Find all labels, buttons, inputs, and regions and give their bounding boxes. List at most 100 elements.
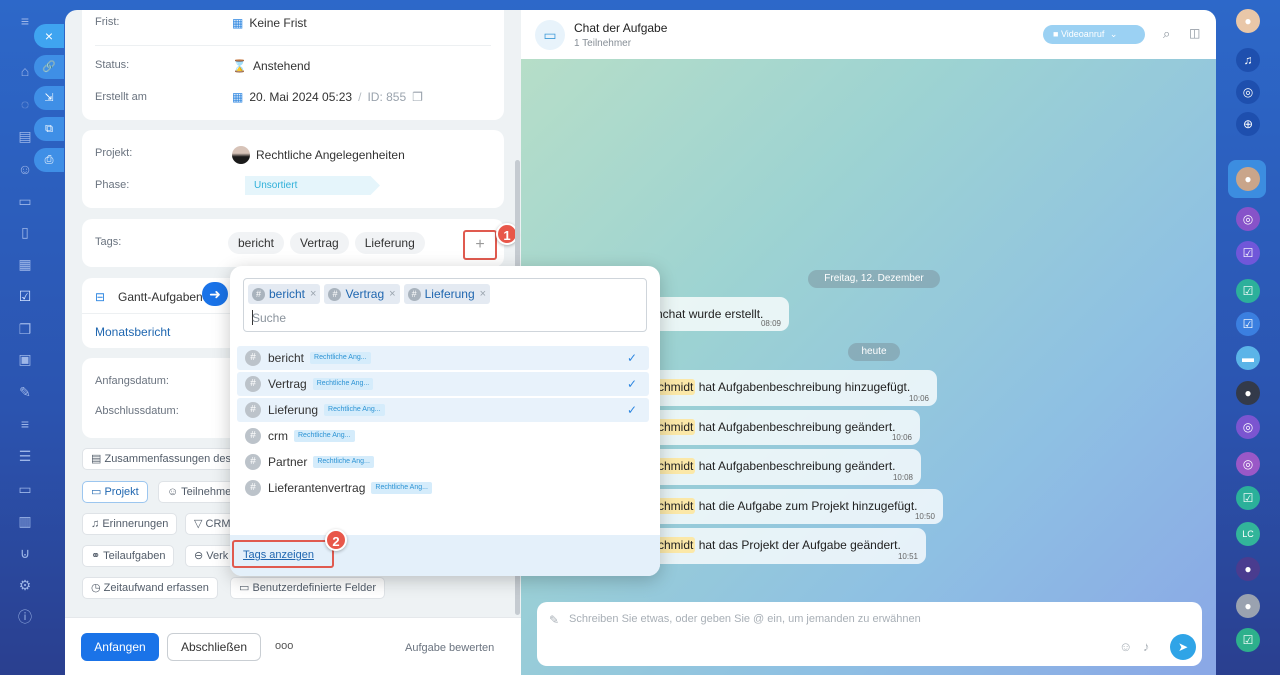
send-button[interactable]: ➤ — [1170, 634, 1196, 660]
microphone-icon[interactable]: ♪ — [1143, 639, 1150, 654]
server-icon[interactable]: ☰ — [16, 447, 34, 465]
chat-avatar-13[interactable]: ☑ — [1236, 628, 1260, 652]
time-tracking-button[interactable]: ◷ Zeitaufwand erfassen — [82, 577, 218, 599]
search-icon[interactable]: ⌕ — [1163, 26, 1170, 42]
checklist-icon[interactable]: ☑ — [16, 287, 34, 305]
chat-avatar-8[interactable]: ◎ — [1236, 415, 1260, 439]
sign-icon[interactable]: ✎ — [16, 383, 34, 401]
copy-id-icon[interactable]: ❐ — [412, 90, 423, 104]
chat-avatar-4[interactable]: ☑ — [1236, 279, 1260, 303]
remove-tag-icon[interactable]: × — [480, 288, 486, 300]
chat-avatar-3[interactable]: ☑ — [1236, 241, 1260, 265]
start-task-button[interactable]: Anfangen — [81, 633, 159, 661]
close-slider-icon[interactable]: × — [34, 24, 64, 48]
project-button[interactable]: ▭ Projekt — [82, 481, 148, 503]
created-value: ▦ 20. Mai 2024 05:23/ID: 855 ❐ — [232, 90, 423, 104]
user-mention[interactable]: chmidt — [656, 458, 696, 474]
tag-option[interactable]: # Vertrag Rechtliche Ang... ✓ — [237, 372, 649, 396]
tag-selector-field[interactable]: # bericht × # Vertrag × # Lieferung × Suche — [243, 278, 647, 332]
menu-icon[interactable]: ≡ — [16, 12, 34, 30]
remove-tag-icon[interactable]: × — [310, 288, 316, 300]
video-call-button[interactable]: ■ Videoanruf ⌄ — [1043, 25, 1145, 44]
analytics-icon[interactable]: ▥ — [16, 512, 34, 530]
chat-avatar-9[interactable]: ◎ — [1236, 452, 1260, 476]
project-value[interactable]: Rechtliche Angelegenheiten — [232, 146, 405, 164]
show-tags-link[interactable]: Tags anzeigen — [243, 549, 314, 561]
board-icon[interactable]: ▦ — [16, 255, 34, 273]
chat-subtitle[interactable]: 1 Teilnehmer — [574, 38, 631, 49]
minimize-icon[interactable]: ⇲ — [34, 86, 64, 110]
subtasks-button[interactable]: ⚭ Teilaufgaben — [82, 545, 175, 567]
chat-avatar-7[interactable]: ● — [1236, 381, 1260, 405]
settings-icon[interactable]: ⚙ — [16, 576, 34, 594]
open-new-window-icon[interactable]: ⧉ — [34, 117, 64, 141]
chat-title: Chat der Aufgabe — [574, 21, 668, 35]
deadline-value[interactable]: ▦ Keine Frist — [232, 16, 307, 30]
rate-task-link[interactable]: Aufgabe bewerten — [405, 642, 494, 654]
user-mention[interactable]: chmidt — [656, 498, 696, 514]
tag-chip[interactable]: Vertrag — [290, 232, 349, 254]
tag-option[interactable]: # bericht Rechtliche Ang... ✓ — [237, 346, 649, 370]
chat-avatar-12[interactable]: ● — [1236, 594, 1260, 618]
add-tag-button[interactable]: + — [463, 230, 497, 260]
user-avatar[interactable]: ● — [1236, 9, 1260, 33]
hash-icon: # — [407, 287, 421, 301]
tag-option[interactable]: # crm Rechtliche Ang... — [237, 424, 649, 448]
chat-icon: ▭ — [535, 20, 565, 50]
chat-avatar-11[interactable]: ● — [1236, 557, 1260, 581]
gantt-link[interactable]: Monatsbericht — [95, 325, 170, 339]
tag-option[interactable]: # Lieferung Rechtliche Ang... ✓ — [237, 398, 649, 422]
emoji-icon[interactable]: ☺ — [1119, 639, 1132, 654]
picture-icon[interactable]: ▭ — [16, 480, 34, 498]
project-avatar — [232, 146, 250, 164]
phase-badge[interactable]: Unsortiert — [245, 176, 380, 195]
chat-avatar-lc[interactable]: LC — [1236, 522, 1260, 546]
home-icon[interactable]: ⌂ — [16, 62, 34, 80]
drive-icon[interactable]: ▭ — [16, 192, 34, 210]
check-icon: ✓ — [626, 403, 637, 417]
custom-fields-button[interactable]: ▭ Benutzerdefinierte Felder — [230, 577, 385, 599]
activity-icon[interactable]: ◎ — [1236, 80, 1260, 104]
chat-avatar-6[interactable]: ▬ — [1236, 346, 1260, 370]
message-input[interactable]: Schreiben Sie etwas, oder geben Sie @ ei… — [569, 613, 921, 625]
tag-option[interactable]: # Partner Rechtliche Ang... — [237, 450, 649, 474]
arrow-right-icon[interactable]: ➜ — [202, 282, 228, 306]
tag-search-input[interactable]: Suche — [252, 311, 286, 325]
crm-icon: ▽ — [194, 518, 203, 530]
search-chat-icon[interactable]: ⊕ — [1236, 112, 1260, 136]
reminders-button[interactable]: ♫ Erinnerungen — [82, 513, 178, 535]
copy-icon[interactable]: ❐ — [16, 320, 34, 338]
chevron-down-icon: ⌄ — [1109, 29, 1118, 39]
more-options-button[interactable]: ooo — [275, 640, 293, 652]
calendar-icon[interactable]: ▣ — [16, 350, 34, 368]
documents-icon[interactable]: ▯ — [16, 223, 34, 241]
system-message: nchat wurde erstellt. 08:09 — [646, 297, 789, 331]
user-mention[interactable]: chmidt — [656, 379, 696, 395]
project-badge: Rechtliche Ang... — [313, 456, 374, 468]
chat-avatar-2[interactable]: ◎ — [1236, 207, 1260, 231]
print-icon[interactable]: ⎙ — [34, 148, 64, 172]
chat-avatar-1[interactable]: ● — [1236, 167, 1260, 191]
copy-link-icon[interactable]: 🔗 — [34, 55, 64, 79]
sidebar-toggle-icon[interactable]: ◫ — [1189, 26, 1200, 40]
deadline-label: Frist: — [95, 16, 120, 28]
tasks-icon[interactable]: ▤ — [16, 127, 34, 145]
user-mention[interactable]: chmidt — [656, 537, 696, 553]
remove-tag-icon[interactable]: × — [389, 288, 395, 300]
finish-task-button[interactable]: Abschließen — [167, 633, 261, 661]
tag-chip[interactable]: Lieferung — [354, 232, 425, 254]
info-icon[interactable]: ⓘ — [16, 608, 34, 626]
feed-icon[interactable]: ◌ — [16, 95, 34, 113]
filter-icon[interactable]: ≡ — [16, 415, 34, 433]
tag-chip[interactable]: bericht — [228, 232, 285, 254]
attach-icon[interactable]: ✎ — [549, 613, 559, 627]
tag-option[interactable]: # Lieferantenvertrag Rechtliche Ang... — [237, 476, 649, 500]
summaries-button[interactable]: ▤ Zusammenfassungen des — [82, 448, 241, 470]
chat-avatar-5[interactable]: ☑ — [1236, 312, 1260, 336]
message-composer[interactable]: ✎ Schreiben Sie etwas, oder geben Sie @ … — [537, 602, 1202, 666]
shop-icon[interactable]: ⊍ — [16, 544, 34, 562]
user-mention[interactable]: chmidt — [656, 419, 696, 435]
chat-avatar-10[interactable]: ☑ — [1236, 486, 1260, 510]
contacts-icon[interactable]: ☺ — [16, 160, 34, 178]
notifications-icon[interactable]: ♫ — [1236, 48, 1260, 72]
